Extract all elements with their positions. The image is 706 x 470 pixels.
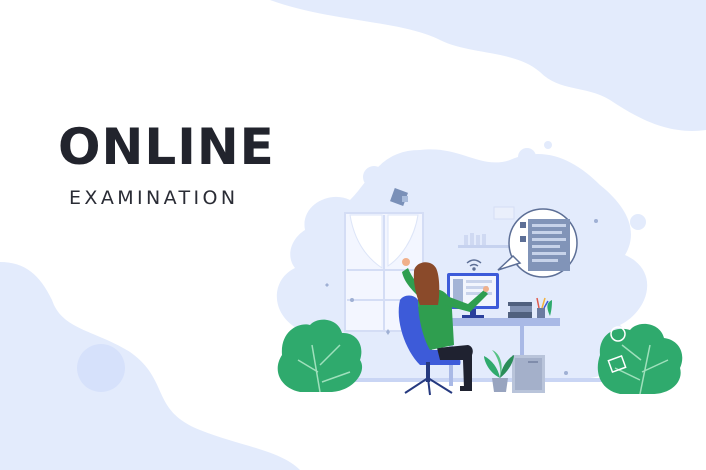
computer-monitor-icon	[447, 273, 499, 318]
cube-icon	[390, 188, 408, 206]
books-icon	[508, 297, 552, 318]
plant-icon	[484, 350, 514, 392]
online-exam-illustration	[277, 188, 683, 396]
right-bush	[597, 323, 683, 395]
cpu-tower-icon	[512, 355, 545, 393]
wifi-icon	[466, 259, 482, 271]
